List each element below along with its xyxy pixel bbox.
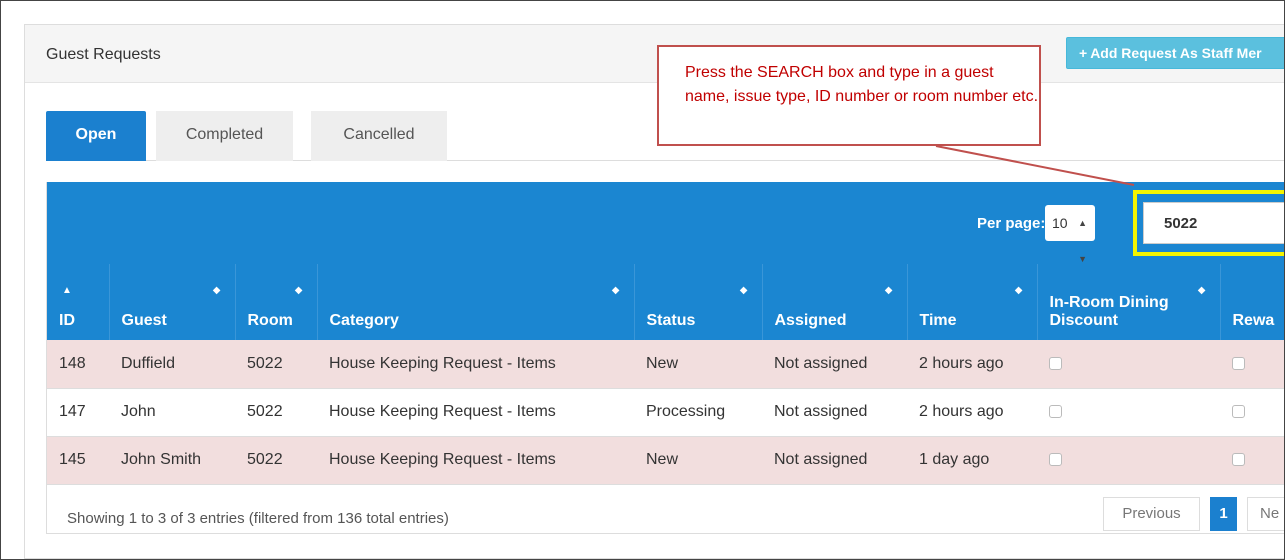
table-header-row: ▲ ID ◆ Guest ◆ Room ◆ Category ◆ Status ◆ Assi…: [47, 264, 1284, 340]
column-header-status[interactable]: ◆ Status: [634, 264, 763, 340]
cell-time: 2 hours ago: [919, 403, 1004, 420]
sort-icon: ◆: [739, 285, 748, 296]
add-request-label: Add Request As Staff Mer: [1090, 45, 1262, 61]
cell-assigned: Not assigned: [774, 354, 868, 372]
cell-dining-discount: [1037, 340, 1220, 388]
screen-frame: Guest Requests + Add Request As Staff Mer…: [0, 0, 1285, 560]
page-title: Guest Requests: [46, 46, 161, 63]
cell-room: 5022: [247, 451, 283, 468]
cell-id: 148: [59, 354, 86, 372]
plus-icon: +: [1079, 45, 1088, 61]
cell-status: Processing: [646, 403, 726, 420]
cell-dining-discount: [1037, 436, 1220, 484]
column-header-room[interactable]: ◆ Room: [235, 264, 318, 340]
cell-category: House Keeping Request - Items: [329, 451, 556, 468]
pagination-previous[interactable]: Previous: [1103, 497, 1200, 531]
rewards-checkbox[interactable]: [1232, 357, 1245, 371]
column-header-rewards[interactable]: Rewa: [1220, 264, 1284, 340]
column-header-assigned[interactable]: ◆ Assigned: [762, 264, 908, 340]
cell-category: House Keeping Request - Items: [329, 403, 556, 420]
sort-icon: ◆: [212, 285, 221, 296]
sort-asc-icon: ▲: [62, 285, 72, 296]
cell-status: New: [646, 354, 679, 372]
rewards-checkbox[interactable]: [1232, 405, 1245, 419]
table-toolbar: Per page: 10 ▲ ▼: [47, 182, 1284, 264]
cell-dining-discount: [1037, 388, 1220, 436]
cell-id: 147: [59, 403, 86, 420]
pagination-next[interactable]: Ne: [1247, 497, 1284, 531]
tab-open[interactable]: Open: [46, 111, 146, 161]
panel-heading: Guest Requests + Add Request As Staff Mer: [25, 25, 1284, 83]
requests-table-container: Per page: 10 ▲▼ ▲ID ◆Guest ◆Room: [46, 182, 1284, 534]
cell-rewards: [1220, 388, 1284, 436]
column-header-category[interactable]: ◆ Category: [317, 264, 635, 340]
entries-info: Showing 1 to 3 of 3 entries (filtered fr…: [67, 510, 449, 527]
cell-assigned: Not assigned: [774, 451, 868, 468]
pagination-page-1[interactable]: 1: [1210, 497, 1237, 531]
column-header-in-room-dining-discount[interactable]: ◆ In-Room Dining Discount: [1037, 264, 1221, 340]
cell-status: New: [646, 451, 679, 468]
table-row[interactable]: 148 Duffield 5022 House Keeping Request …: [47, 340, 1284, 388]
cell-guest: Duffield: [121, 354, 175, 372]
search-highlight-box: [1133, 190, 1284, 256]
tab-cancelled[interactable]: Cancelled: [311, 111, 447, 161]
sort-icon: ◆: [1014, 285, 1023, 296]
cell-rewards: [1220, 340, 1284, 388]
dining-discount-checkbox[interactable]: [1049, 405, 1062, 419]
cell-guest: John Smith: [121, 451, 202, 468]
table-row[interactable]: 145 John Smith 5022 House Keeping Reques…: [47, 436, 1284, 484]
column-header-guest[interactable]: ◆ Guest: [109, 264, 236, 340]
add-request-button[interactable]: + Add Request As Staff Mer: [1066, 37, 1284, 69]
table-row[interactable]: 147 John 5022 House Keeping Request - It…: [47, 388, 1284, 436]
column-header-time[interactable]: ◆ Time: [907, 264, 1038, 340]
rewards-checkbox[interactable]: [1232, 453, 1245, 467]
dining-discount-checkbox[interactable]: [1049, 453, 1062, 467]
sort-icon: ◆: [884, 285, 893, 296]
per-page-select[interactable]: 10 ▲ ▼: [1045, 205, 1095, 264]
cell-id: 145: [59, 451, 86, 468]
cell-guest: John: [121, 403, 156, 420]
guest-requests-panel: Guest Requests + Add Request As Staff Mer…: [24, 24, 1284, 559]
per-page-value: 10: [1052, 215, 1068, 231]
cell-room: 5022: [247, 354, 283, 372]
cell-room: 5022: [247, 403, 283, 420]
tab-completed[interactable]: Completed: [156, 111, 293, 161]
search-instruction-callout: Press the SEARCH box and type in a guest…: [657, 45, 1041, 146]
sort-icon: ◆: [611, 285, 620, 296]
sort-icon: ◆: [1197, 285, 1206, 296]
table-footer: Showing 1 to 3 of 3 entries (filtered fr…: [47, 484, 1284, 534]
cell-rewards: [1220, 436, 1284, 484]
column-header-id[interactable]: ▲ ID: [47, 264, 110, 340]
cell-category: House Keeping Request - Items: [329, 354, 556, 372]
per-page-label: Per page:: [977, 215, 1046, 232]
cell-assigned: Not assigned: [774, 403, 868, 420]
requests-table: ▲ ID ◆ Guest ◆ Room ◆ Category ◆ Status ◆ Assi…: [47, 264, 1284, 485]
dining-discount-checkbox[interactable]: [1049, 357, 1062, 371]
sort-icon: ◆: [294, 285, 303, 296]
cell-time: 1 day ago: [919, 451, 990, 468]
cell-time: 2 hours ago: [919, 354, 1004, 372]
